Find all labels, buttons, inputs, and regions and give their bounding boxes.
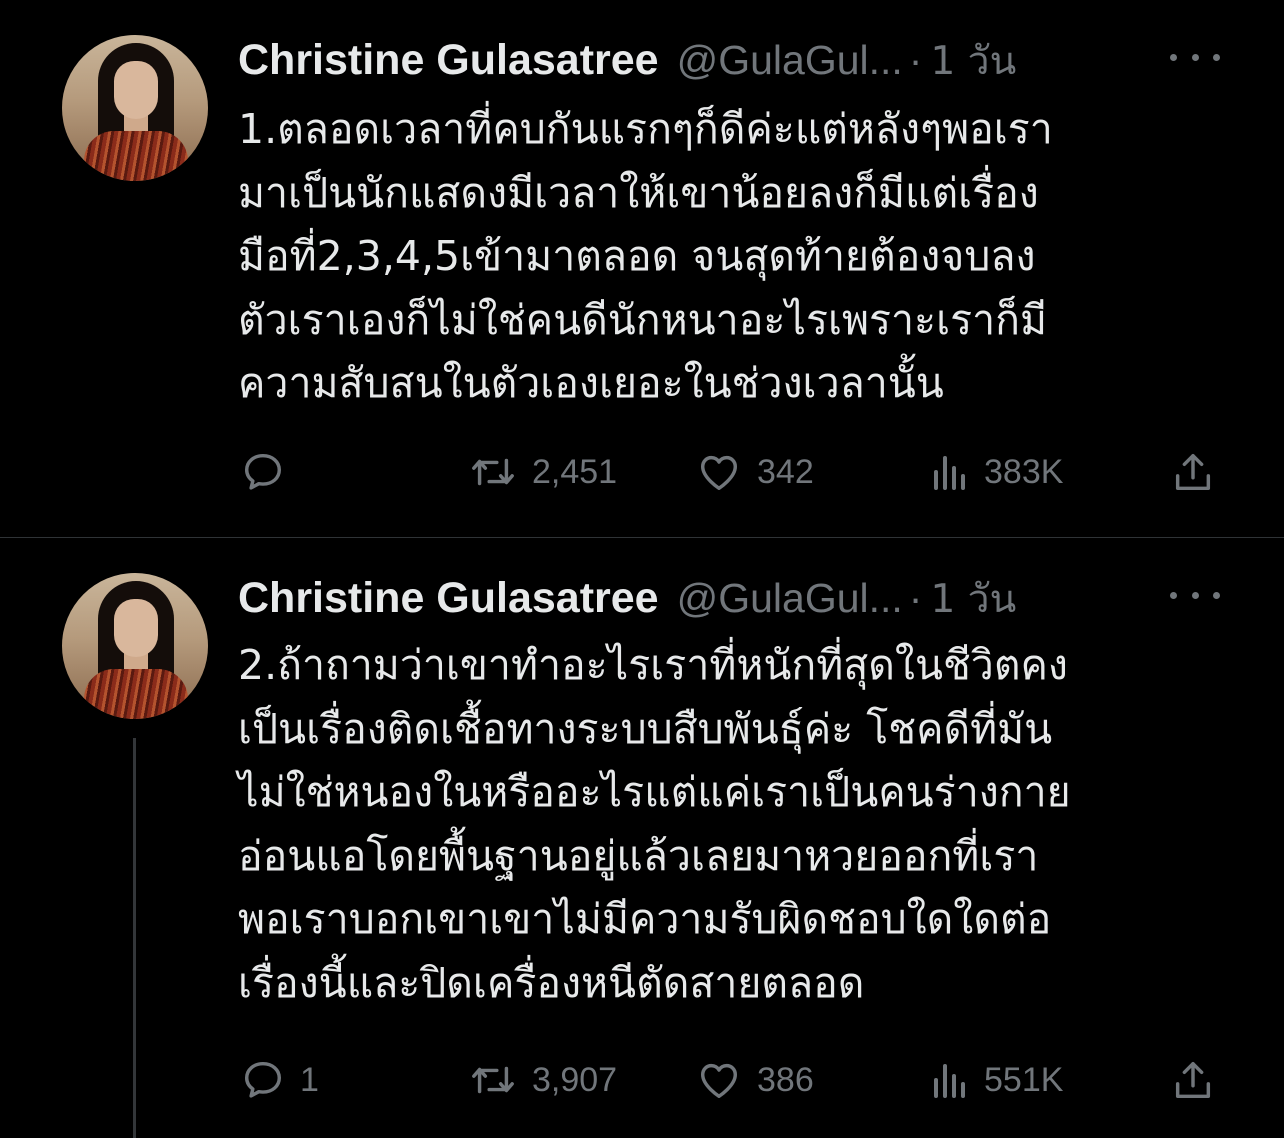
thread-connector-line (133, 738, 136, 1138)
tweet-text-line: อ่อนแอโดยพื้นฐานอยู่แล้วเลยมาหวยออกที่เร… (238, 831, 1039, 880)
reply-button[interactable] (240, 446, 300, 498)
tweet-text-line: ความสับสนในตัวเองเยอะในช่วงเวลานั้น (238, 359, 944, 407)
tweet-text-line: เป็นเรื่องติดเชื้อทางระบบสืบพันธุ์ค่ะ โช… (238, 704, 1053, 753)
timestamp[interactable]: 1 วัน (930, 30, 1016, 92)
tweet-header: Christine Gulasatree @GulaGul... · 1 วัน (238, 568, 1016, 628)
action-bar: 1 3,907 386 551K (240, 1054, 1230, 1106)
reply-button[interactable]: 1 (240, 1054, 319, 1106)
tweet-text: 2.ถ้าถามว่าเขาทำอะไรเราที่หนักที่สุดในชี… (238, 634, 1238, 1015)
tweet-header: Christine Gulasatree @GulaGul... · 1 วัน (238, 30, 1016, 90)
retweet-button[interactable]: 3,907 (468, 1054, 617, 1106)
reply-count: 1 (300, 1060, 319, 1099)
like-count: 342 (757, 452, 814, 491)
tweet-text-line: มาเป็นนักแสดงมีเวลาให้เขาน้อยลงก็มีแต่เร… (238, 168, 1039, 217)
heart-icon (700, 1063, 738, 1099)
tweet-text-line: พอเราบอกเขาเขาไม่มีความรับผิดชอบใดใดต่อ (238, 895, 1052, 943)
tweet-text-line: เรื่องนี้และปิดเครื่องหนีตัดสายตลอด (238, 958, 865, 1007)
retweet-button[interactable]: 2,451 (468, 446, 617, 498)
display-name[interactable]: Christine Gulasatree (238, 574, 659, 623)
like-count: 386 (757, 1060, 814, 1099)
views-button[interactable]: 383K (930, 446, 1063, 498)
user-handle[interactable]: @GulaGul... (677, 575, 903, 622)
separator-dot: · (908, 37, 923, 83)
views-button[interactable]: 551K (930, 1054, 1063, 1106)
speech-bubble-icon (244, 453, 282, 490)
tweet-text-line: ตัวเราเองก็ไม่ใช่คนดีนักหนาอะไรเพราะเราก… (238, 295, 1047, 344)
tweet-1[interactable]: Christine Gulasatree @GulaGul... · 1 วัน… (0, 0, 1284, 537)
like-button[interactable]: 386 (695, 1054, 814, 1106)
retweet-icon (472, 1066, 514, 1094)
view-count: 551K (984, 1060, 1064, 1099)
bar-chart-icon (934, 456, 965, 490)
more-options-icon[interactable] (1170, 42, 1220, 72)
tweet-text-line: มือที่2,3,4,5เข้ามาตลอด จนสุดท้ายต้องจบล… (238, 232, 1036, 280)
like-button[interactable]: 342 (695, 446, 814, 498)
tweet-text-line: 1.ตลอดเวลาที่คบกันแรกๆก็ดีค่ะแต่หลังๆพอเ… (238, 105, 1053, 153)
bar-chart-icon (934, 1064, 965, 1098)
share-upload-icon (1175, 453, 1211, 491)
display-name[interactable]: Christine Gulasatree (238, 36, 659, 85)
tweet-2[interactable]: Christine Gulasatree @GulaGul... · 1 วัน… (0, 538, 1284, 1138)
user-handle[interactable]: @GulaGul... (677, 37, 903, 84)
retweet-icon (472, 458, 514, 486)
tweet-text-line: 2.ถ้าถามว่าเขาทำอะไรเราที่หนักที่สุดในชี… (238, 641, 1068, 689)
avatar[interactable] (62, 35, 208, 181)
avatar[interactable] (62, 573, 208, 719)
view-count: 383K (984, 452, 1064, 491)
share-upload-icon (1175, 1061, 1211, 1099)
heart-icon (700, 455, 738, 491)
timestamp[interactable]: 1 วัน (930, 568, 1016, 630)
tweet-text-line: ไม่ใช่หนองในหรืออะไรแต่แค่เราเป็นคนร่างก… (238, 768, 1071, 816)
action-bar: 2,451 342 383K (240, 446, 1230, 498)
share-button[interactable] (1170, 446, 1216, 498)
share-button[interactable] (1170, 1054, 1216, 1106)
separator-dot: · (908, 575, 923, 621)
retweet-count: 2,451 (532, 452, 618, 491)
tweet-text: 1.ตลอดเวลาที่คบกันแรกๆก็ดีค่ะแต่หลังๆพอเ… (238, 98, 1238, 416)
retweet-count: 3,907 (532, 1060, 618, 1099)
speech-bubble-icon (244, 1061, 282, 1098)
more-options-icon[interactable] (1170, 580, 1220, 610)
